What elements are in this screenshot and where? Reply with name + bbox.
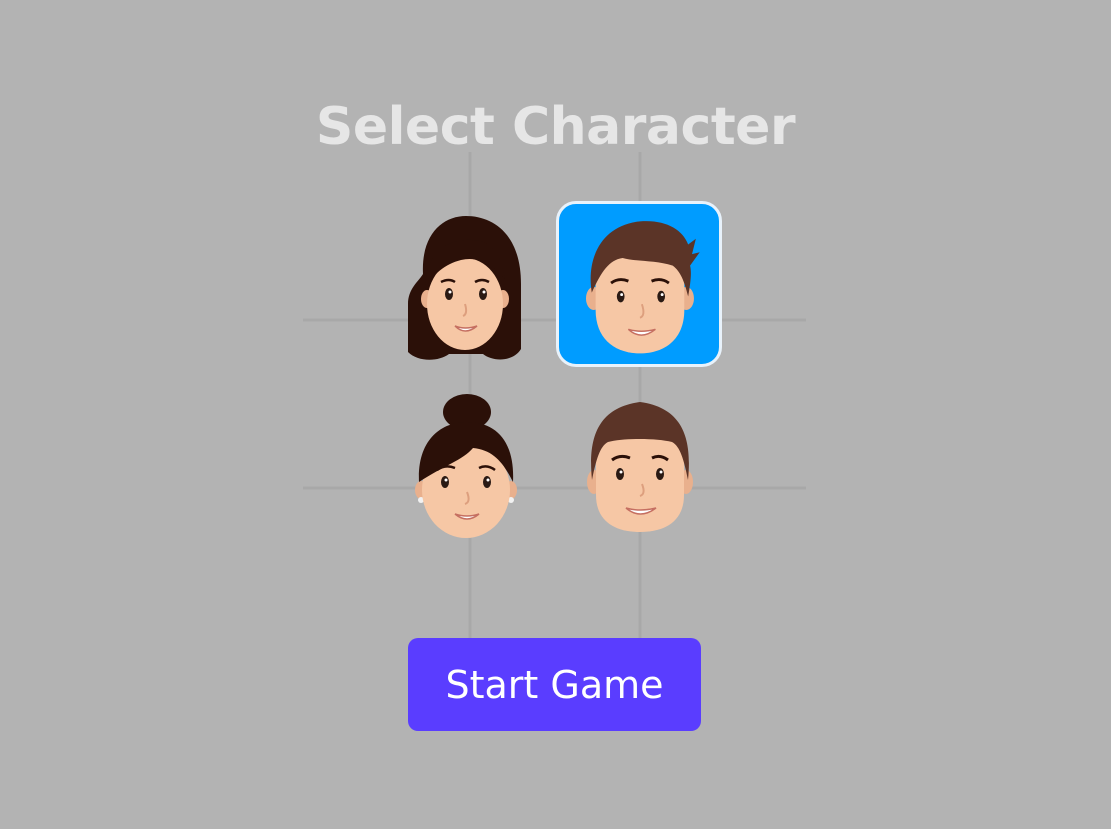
character-option-man-short-hair[interactable] <box>556 390 722 556</box>
woman-long-hair-avatar-icon <box>408 216 521 360</box>
character-option-man-spiky-hair[interactable] <box>556 201 722 367</box>
background-grid <box>303 152 806 657</box>
character-option-woman-hair-bun[interactable] <box>383 390 549 556</box>
man-short-hair-avatar-icon <box>587 402 693 532</box>
woman-hair-bun-avatar-icon <box>415 394 517 538</box>
man-spiky-hair-avatar-icon <box>585 221 700 354</box>
start-game-button[interactable]: Start Game <box>408 638 701 731</box>
character-option-woman-long-hair[interactable] <box>383 204 549 370</box>
screen-title: Select Character <box>315 97 796 157</box>
character-select-screen: { "screen": { "title": "Select Character… <box>0 0 1111 829</box>
